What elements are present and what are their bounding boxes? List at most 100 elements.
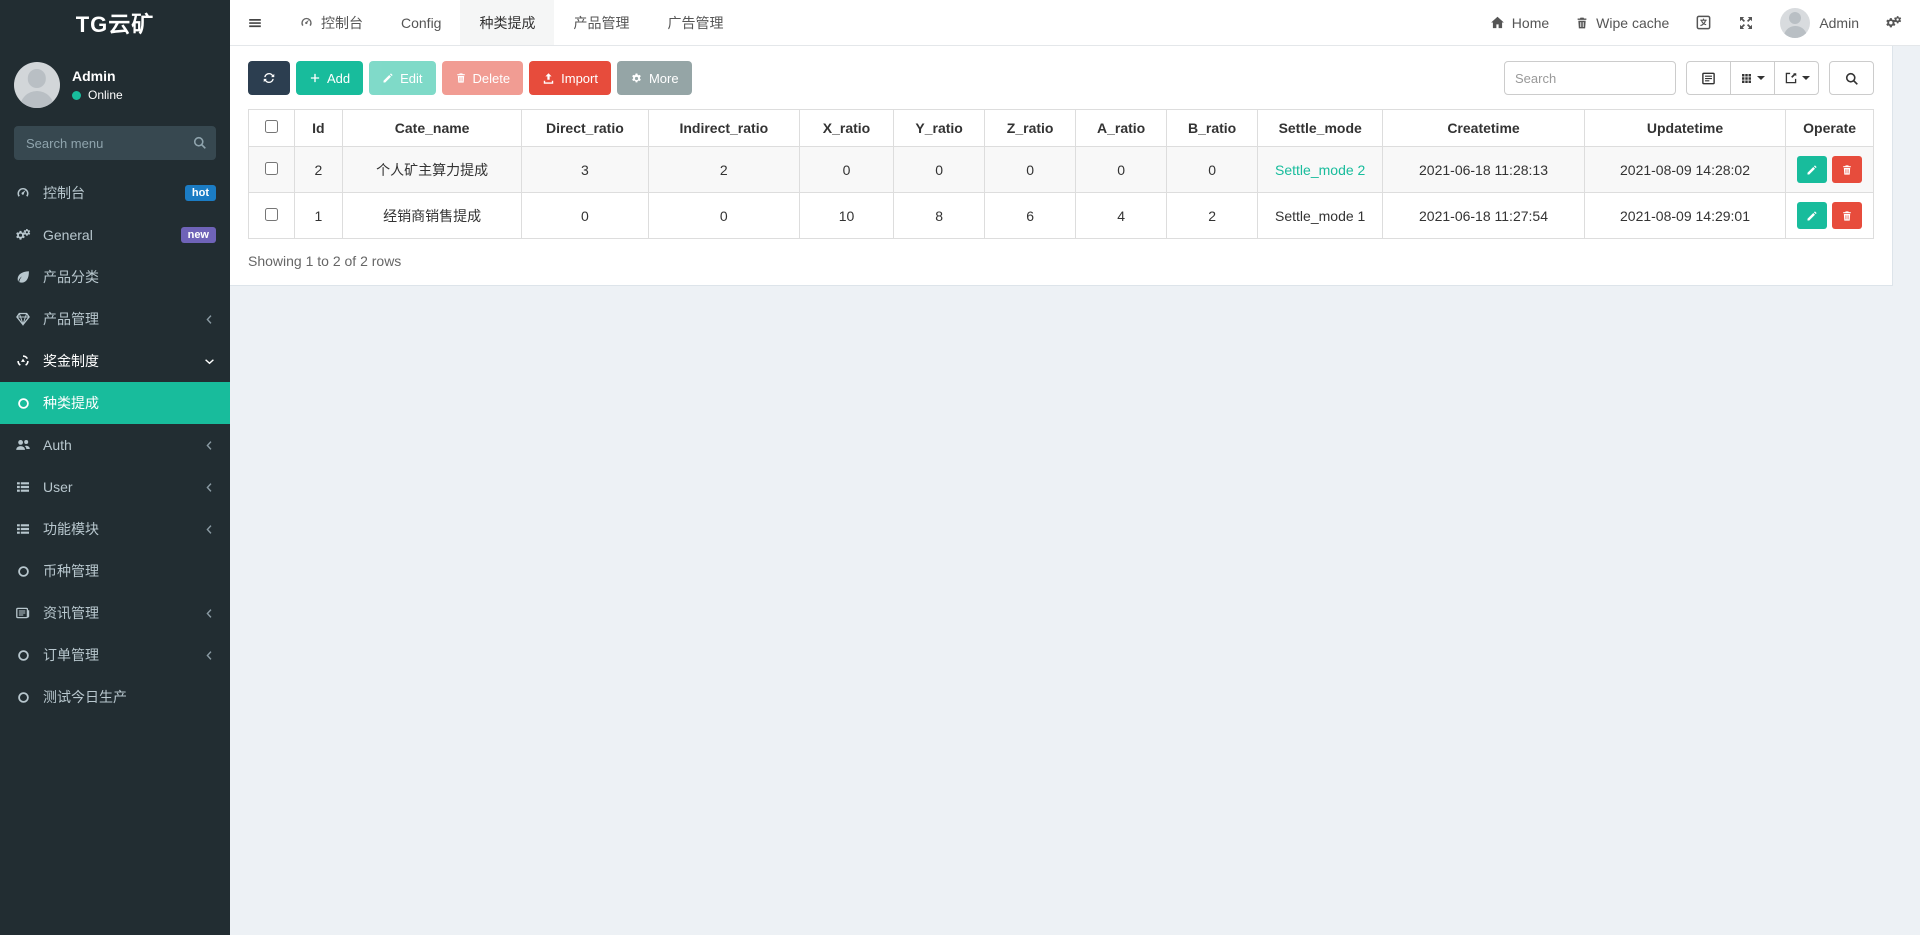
list-icon: [14, 479, 32, 495]
plus-icon: [309, 72, 321, 84]
content-area: Add Edit Delete Import More Search Id Ca…: [230, 46, 1920, 935]
edit-button[interactable]: Edit: [369, 61, 436, 95]
sidebar-item-label: Auth: [43, 437, 72, 453]
search-icon[interactable]: [192, 135, 207, 150]
chevron-left-icon: [203, 439, 216, 452]
delete-row-button[interactable]: [1832, 156, 1863, 183]
fullscreen-icon[interactable]: [1738, 15, 1754, 31]
sidebar-item-label: 资讯管理: [43, 605, 99, 621]
sidebar-item-test-today-production[interactable]: 测试今日生产: [0, 676, 230, 718]
table-search-input[interactable]: [1504, 61, 1676, 95]
cell-a-ratio: 4: [1075, 192, 1168, 239]
sidebar-item-bonus-system[interactable]: 奖金制度: [0, 340, 230, 382]
refresh-button[interactable]: [248, 61, 290, 95]
trash-icon: [455, 72, 467, 84]
search-toggle-button[interactable]: [1829, 61, 1874, 95]
tab-product-management[interactable]: 产品管理: [554, 0, 648, 45]
edit-button-label: Edit: [400, 70, 423, 86]
user-menu[interactable]: Admin: [1780, 7, 1859, 38]
app-root: TG云矿 Admin Online 控制台: [0, 0, 1920, 935]
home-label: Home: [1511, 14, 1550, 31]
cell-operate: [1785, 192, 1874, 239]
col-header-updatetime: Updatetime: [1583, 109, 1787, 147]
caret-down-icon: [1801, 76, 1810, 80]
sidebar-item-category-commission[interactable]: 种类提成: [0, 382, 230, 424]
tab-ad-management[interactable]: 广告管理: [648, 0, 742, 45]
sidebar-item-product-category[interactable]: 产品分类: [0, 256, 230, 298]
select-all-checkbox[interactable]: [264, 120, 278, 133]
sidebar-item-label: 订单管理: [43, 647, 99, 663]
cell-y-ratio: 0: [893, 146, 986, 193]
tab-label: Config: [401, 14, 442, 31]
delete-row-button[interactable]: [1832, 202, 1863, 229]
sidebar-item-news-management[interactable]: 资讯管理: [0, 592, 230, 634]
sidebar-item-function-module[interactable]: 功能模块: [0, 508, 230, 550]
wipe-cache-label: Wipe cache: [1596, 14, 1670, 31]
cell-cate-name: 个人矿主算力提成: [342, 146, 522, 193]
select-all-cell: [248, 109, 295, 147]
chevron-left-icon: [203, 649, 216, 662]
detail-view-button[interactable]: [1686, 61, 1731, 95]
wipe-cache-link[interactable]: Wipe cache: [1575, 15, 1669, 31]
sidebar-search-input[interactable]: [14, 126, 216, 160]
col-header-a-ratio: A_ratio: [1075, 109, 1168, 147]
sidebar-item-currency-management[interactable]: 币种管理: [0, 550, 230, 592]
user-status-label: Online: [88, 88, 123, 102]
sidebar-item-order-management[interactable]: 订单管理: [0, 634, 230, 676]
import-button[interactable]: Import: [529, 61, 611, 95]
sidebar-item-label: 产品分类: [43, 269, 99, 285]
sidebar-item-auth[interactable]: Auth: [0, 424, 230, 466]
cell-z-ratio: 6: [984, 192, 1077, 239]
hot-badge: hot: [184, 185, 216, 201]
edit-row-button[interactable]: [1797, 156, 1828, 183]
trash-icon: [1575, 16, 1589, 30]
sidebar-item-user[interactable]: User: [0, 466, 230, 508]
col-header-settle-mode: Settle_mode: [1257, 109, 1384, 147]
pencil-icon: [382, 72, 394, 84]
user-menu-label: Admin: [1819, 14, 1859, 31]
cell-createtime: 2021-06-18 11:27:54: [1382, 192, 1585, 239]
row-checkbox[interactable]: [264, 207, 278, 221]
sidebar-item-dashboard[interactable]: 控制台 hot: [0, 172, 230, 214]
chevron-left-icon: [203, 481, 216, 494]
edit-row-button[interactable]: [1797, 202, 1828, 229]
export-dropdown-button[interactable]: [1774, 61, 1819, 95]
settings-cogs-icon[interactable]: [1885, 14, 1902, 31]
col-header-cate-name: Cate_name: [342, 109, 522, 147]
toolbar-buttons: Add Edit Delete Import More: [248, 61, 692, 95]
newspaper-icon: [14, 605, 32, 621]
settle-mode-link[interactable]: Settle_mode 2: [1275, 162, 1365, 178]
row-checkbox[interactable]: [264, 161, 278, 175]
tab-category-commission[interactable]: 种类提成: [460, 0, 555, 45]
data-table: Id Cate_name Direct_ratio Indirect_ratio…: [248, 109, 1874, 239]
cell-x-ratio: 10: [798, 192, 895, 239]
language-icon[interactable]: [1695, 14, 1712, 31]
col-header-y-ratio: Y_ratio: [893, 109, 986, 147]
columns-dropdown-button[interactable]: [1730, 61, 1775, 95]
row-select-cell: [248, 192, 295, 239]
cell-operate: [1785, 146, 1874, 193]
more-button[interactable]: More: [616, 61, 692, 95]
sidebar-item-product-management[interactable]: 产品管理: [0, 298, 230, 340]
user-status: Online: [72, 88, 123, 102]
list-icon: [14, 521, 32, 537]
col-header-createtime: Createtime: [1382, 109, 1585, 147]
tab-dashboard[interactable]: 控制台: [280, 0, 382, 45]
cell-b-ratio: 0: [1166, 146, 1259, 193]
home-link[interactable]: Home: [1490, 15, 1549, 31]
delete-button[interactable]: Delete: [441, 61, 524, 95]
tab-label: 控制台: [321, 14, 363, 31]
cell-updatetime: 2021-08-09 14:29:01: [1583, 192, 1787, 239]
add-button[interactable]: Add: [296, 61, 364, 95]
col-header-b-ratio: B_ratio: [1166, 109, 1259, 147]
caret-down-icon: [1757, 76, 1765, 80]
sidebar-menu: 控制台 hot General new 产品分类 产品管理 奖金制度 种类提成 …: [0, 172, 230, 718]
sidebar-item-label: 控制台: [43, 185, 85, 201]
delete-button-label: Delete: [472, 70, 511, 86]
cell-settle-mode: Settle_mode 1: [1257, 192, 1384, 239]
menu-toggle-button[interactable]: [230, 0, 280, 45]
tab-config[interactable]: Config: [382, 0, 460, 45]
col-header-id: Id: [293, 109, 344, 147]
cell-id: 2: [293, 146, 344, 193]
sidebar-item-general[interactable]: General new: [0, 214, 230, 256]
